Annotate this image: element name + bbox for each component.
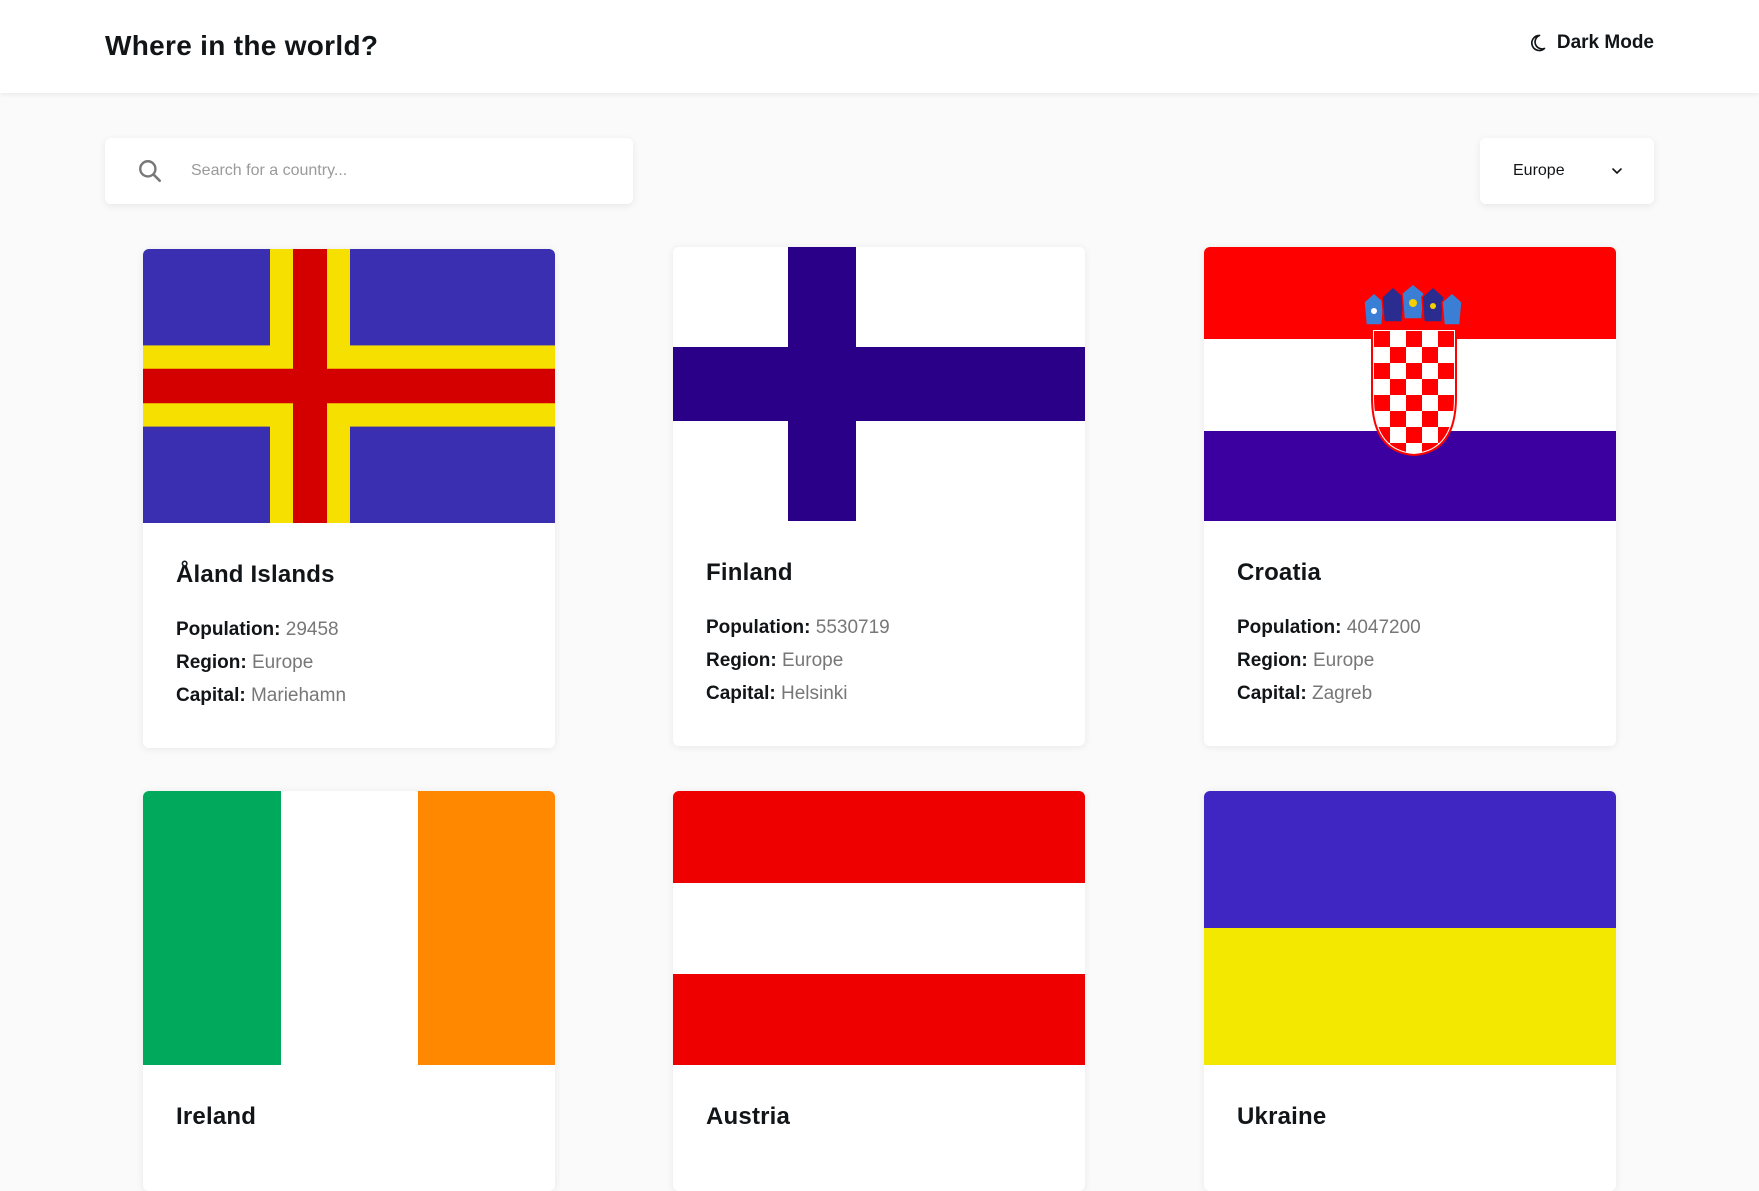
dark-mode-label: Dark Mode <box>1556 32 1654 53</box>
country-population: Population: 4047200 <box>1237 617 1421 638</box>
flag-image <box>143 249 555 523</box>
country-name: Finland <box>706 559 793 586</box>
moon-icon <box>1530 34 1546 52</box>
country-card[interactable]: Ireland <box>143 791 555 1191</box>
country-name: Croatia <box>1237 559 1322 586</box>
country-capital: Capital: Zagreb <box>1237 683 1373 704</box>
flag-image <box>673 791 1085 1065</box>
search-icon <box>139 160 162 183</box>
country-name: Austria <box>706 1103 791 1130</box>
coat-of-arms-shield <box>1371 328 1457 457</box>
country-capital: Capital: Mariehamn <box>176 685 347 706</box>
country-name: Åland Islands <box>176 561 335 588</box>
country-population: Population: 5530719 <box>706 617 890 638</box>
country-region: Region: Europe <box>176 652 314 673</box>
search-input[interactable] <box>191 162 591 180</box>
flag-image <box>1204 791 1616 1065</box>
country-card[interactable]: Åland Islands Population: 29458 Region: … <box>143 249 555 748</box>
region-filter-select[interactable]: Europe <box>1480 138 1654 204</box>
dark-mode-toggle[interactable]: Dark Mode <box>1527 32 1654 54</box>
country-card[interactable]: Croatia Population: 4047200 Region: Euro… <box>1204 247 1616 746</box>
country-population: Population: 29458 <box>176 619 339 640</box>
country-card[interactable]: Ukraine <box>1204 791 1616 1191</box>
flag-image <box>143 791 555 1065</box>
top-bar: Where in the world? Dark Mode <box>0 0 1759 93</box>
country-capital: Capital: Helsinki <box>706 683 848 704</box>
country-region: Region: Europe <box>1237 650 1375 671</box>
flag-image <box>1204 247 1616 521</box>
country-card[interactable]: Austria <box>673 791 1085 1191</box>
country-region: Region: Europe <box>706 650 844 671</box>
chevron-down-icon <box>1612 168 1622 174</box>
flag-image <box>673 247 1085 521</box>
search-box[interactable] <box>105 138 633 204</box>
app-title: Where in the world? <box>105 30 379 61</box>
country-name: Ukraine <box>1237 1103 1327 1130</box>
country-card[interactable]: Finland Population: 5530719 Region: Euro… <box>673 247 1085 746</box>
country-name: Ireland <box>176 1103 257 1130</box>
region-filter-value: Europe <box>1513 162 1565 179</box>
